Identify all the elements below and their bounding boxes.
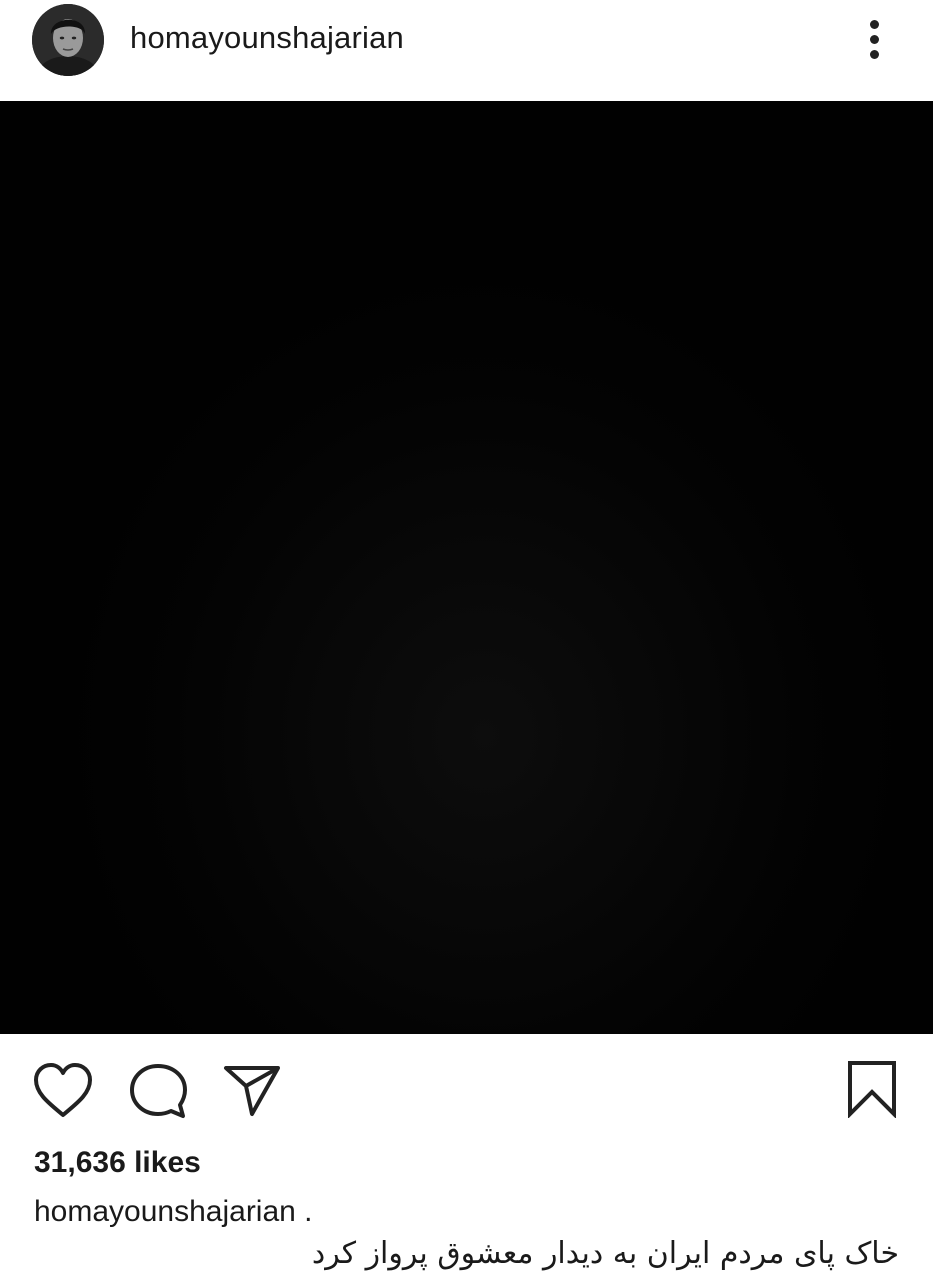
caption-username[interactable]: homayounshajarian . — [34, 1195, 313, 1229]
more-options-dot — [870, 20, 879, 29]
send-icon[interactable] — [222, 1062, 282, 1118]
post-header: homayounshajarian — [0, 0, 933, 100]
likes-count[interactable]: 31,636 likes — [34, 1146, 201, 1180]
more-options-dot — [870, 50, 879, 59]
bookmark-icon[interactable] — [846, 1060, 898, 1118]
action-bar — [0, 1050, 933, 1130]
heart-icon[interactable] — [32, 1062, 94, 1120]
more-options-icon[interactable] — [855, 14, 895, 66]
comment-icon[interactable] — [128, 1062, 188, 1120]
post-username[interactable]: homayounshajarian — [130, 20, 404, 56]
post-image[interactable] — [0, 101, 933, 1034]
avatar-image — [32, 4, 104, 76]
more-options-dot — [870, 35, 879, 44]
avatar[interactable] — [32, 4, 104, 76]
instagram-post: homayounshajarian 31,636 likes homayouns… — [0, 0, 933, 1280]
caption-text: خاک پای مردم ایران به دیدار معشوق پرواز … — [311, 1236, 899, 1271]
